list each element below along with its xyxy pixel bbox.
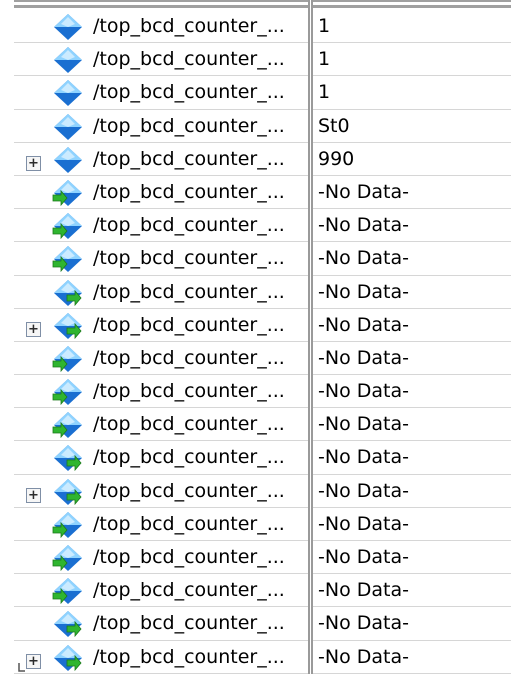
signal-row[interactable]: /top_bcd_counter_... -No Data- xyxy=(0,508,511,541)
signal-row[interactable]: /top_bcd_counter_... -No Data- xyxy=(0,276,511,309)
signal-value: -No Data- xyxy=(318,313,409,336)
expand-toggle[interactable]: + xyxy=(26,653,41,669)
signal-input-icon xyxy=(52,245,84,273)
expand-toggle[interactable]: + xyxy=(26,487,41,503)
signal-output-icon xyxy=(52,610,84,638)
signal-output-icon xyxy=(52,279,84,307)
signal-diamond-icon xyxy=(52,113,84,141)
signal-row[interactable]: /top_bcd_counter_... -No Data- xyxy=(0,242,511,276)
name-column-header[interactable] xyxy=(14,0,308,8)
signal-value: 1 xyxy=(318,81,331,104)
signal-value: -No Data- xyxy=(318,180,409,203)
signal-name: /top_bcd_counter_... xyxy=(93,612,285,635)
signal-value: St0 xyxy=(318,114,350,137)
signal-value: -No Data- xyxy=(318,380,409,403)
signal-output-icon xyxy=(52,444,84,472)
value-column-header[interactable] xyxy=(313,0,511,8)
signal-name: /top_bcd_counter_... xyxy=(93,313,285,336)
resize-grip-icon xyxy=(18,663,25,672)
signal-value: -No Data- xyxy=(318,214,409,237)
signal-value: -No Data- xyxy=(318,579,409,602)
signal-row[interactable]: + /top_bcd_counter_... -No Data- xyxy=(0,641,511,674)
column-header-bar xyxy=(0,0,511,8)
signal-input-icon xyxy=(52,378,84,406)
signal-name: /top_bcd_counter_... xyxy=(93,380,285,403)
signal-name: /top_bcd_counter_... xyxy=(93,48,285,71)
signal-name: /top_bcd_counter_... xyxy=(93,512,285,535)
signal-output-icon xyxy=(52,644,84,672)
signal-input-icon xyxy=(52,179,84,207)
signal-name: /top_bcd_counter_... xyxy=(93,15,285,37)
signal-diamond-icon xyxy=(52,46,84,74)
signal-value: -No Data- xyxy=(318,612,409,635)
signal-input-icon xyxy=(52,212,84,240)
signal-row[interactable]: /top_bcd_counter_... -No Data- xyxy=(0,408,511,442)
signal-input-icon xyxy=(52,511,84,539)
signal-name: /top_bcd_counter_... xyxy=(93,645,285,668)
signal-value: -No Data- xyxy=(318,512,409,535)
signal-row[interactable]: + /top_bcd_counter_... -No Data- xyxy=(0,475,511,508)
signal-value: -No Data- xyxy=(318,247,409,270)
signal-row[interactable]: /top_bcd_counter_... St0 xyxy=(0,110,511,143)
signal-value: -No Data- xyxy=(318,280,409,303)
signal-value: 1 xyxy=(318,15,331,37)
signal-name: /top_bcd_counter_... xyxy=(93,114,285,137)
signal-value: -No Data- xyxy=(318,546,409,568)
signal-row[interactable]: /top_bcd_counter_... -No Data- xyxy=(0,441,511,475)
signal-name: /top_bcd_counter_... xyxy=(93,446,285,469)
signal-name: /top_bcd_counter_... xyxy=(93,247,285,270)
signal-output-icon xyxy=(52,312,84,340)
signal-name: /top_bcd_counter_... xyxy=(93,579,285,602)
signal-row[interactable]: + /top_bcd_counter_... -No Data- xyxy=(0,309,511,342)
signal-row[interactable]: /top_bcd_counter_... -No Data- xyxy=(0,375,511,409)
signal-row[interactable]: /top_bcd_counter_... -No Data- xyxy=(0,574,511,608)
expand-toggle[interactable]: + xyxy=(26,321,41,337)
signal-list: /top_bcd_counter_... 1/top_bcd_counter_..… xyxy=(0,10,511,674)
signal-input-icon xyxy=(52,544,84,572)
signal-row[interactable]: /top_bcd_counter_... -No Data- xyxy=(0,209,511,243)
signal-value: -No Data- xyxy=(318,446,409,469)
signal-input-icon xyxy=(52,411,84,439)
signal-name: /top_bcd_counter_... xyxy=(93,180,285,203)
signal-value: -No Data- xyxy=(318,645,409,668)
signal-output-icon xyxy=(52,478,84,506)
signal-name: /top_bcd_counter_... xyxy=(93,413,285,436)
signal-row[interactable]: /top_bcd_counter_... 1 xyxy=(0,10,511,44)
signal-value: -No Data- xyxy=(318,479,409,502)
signal-value: -No Data- xyxy=(318,346,409,369)
signal-name: /top_bcd_counter_... xyxy=(93,346,285,369)
signal-row[interactable]: /top_bcd_counter_... -No Data- xyxy=(0,342,511,376)
signal-row[interactable]: /top_bcd_counter_... 1 xyxy=(0,76,511,110)
signal-diamond-icon xyxy=(52,146,84,174)
signal-row[interactable]: /top_bcd_counter_... -No Data- xyxy=(0,176,511,210)
signal-name: /top_bcd_counter_... xyxy=(93,214,285,237)
signal-row[interactable]: + /top_bcd_counter_... 990 xyxy=(0,143,511,176)
signal-row[interactable]: /top_bcd_counter_... -No Data- xyxy=(0,541,511,575)
signal-input-icon xyxy=(52,577,84,605)
signal-input-icon xyxy=(52,345,84,373)
signal-name: /top_bcd_counter_... xyxy=(93,81,285,104)
signal-row[interactable]: /top_bcd_counter_... -No Data- xyxy=(0,607,511,641)
signal-diamond-icon xyxy=(52,79,84,107)
signal-name: /top_bcd_counter_... xyxy=(93,546,285,568)
signal-name: /top_bcd_counter_... xyxy=(93,147,285,170)
signal-value: 1 xyxy=(318,48,331,71)
expand-toggle[interactable]: + xyxy=(26,155,41,171)
signal-name: /top_bcd_counter_... xyxy=(93,479,285,502)
signal-value: -No Data- xyxy=(318,413,409,436)
signal-name: /top_bcd_counter_... xyxy=(93,280,285,303)
signal-row[interactable]: /top_bcd_counter_... 1 xyxy=(0,43,511,77)
signal-value: 990 xyxy=(318,147,355,170)
signal-diamond-icon xyxy=(52,13,84,41)
